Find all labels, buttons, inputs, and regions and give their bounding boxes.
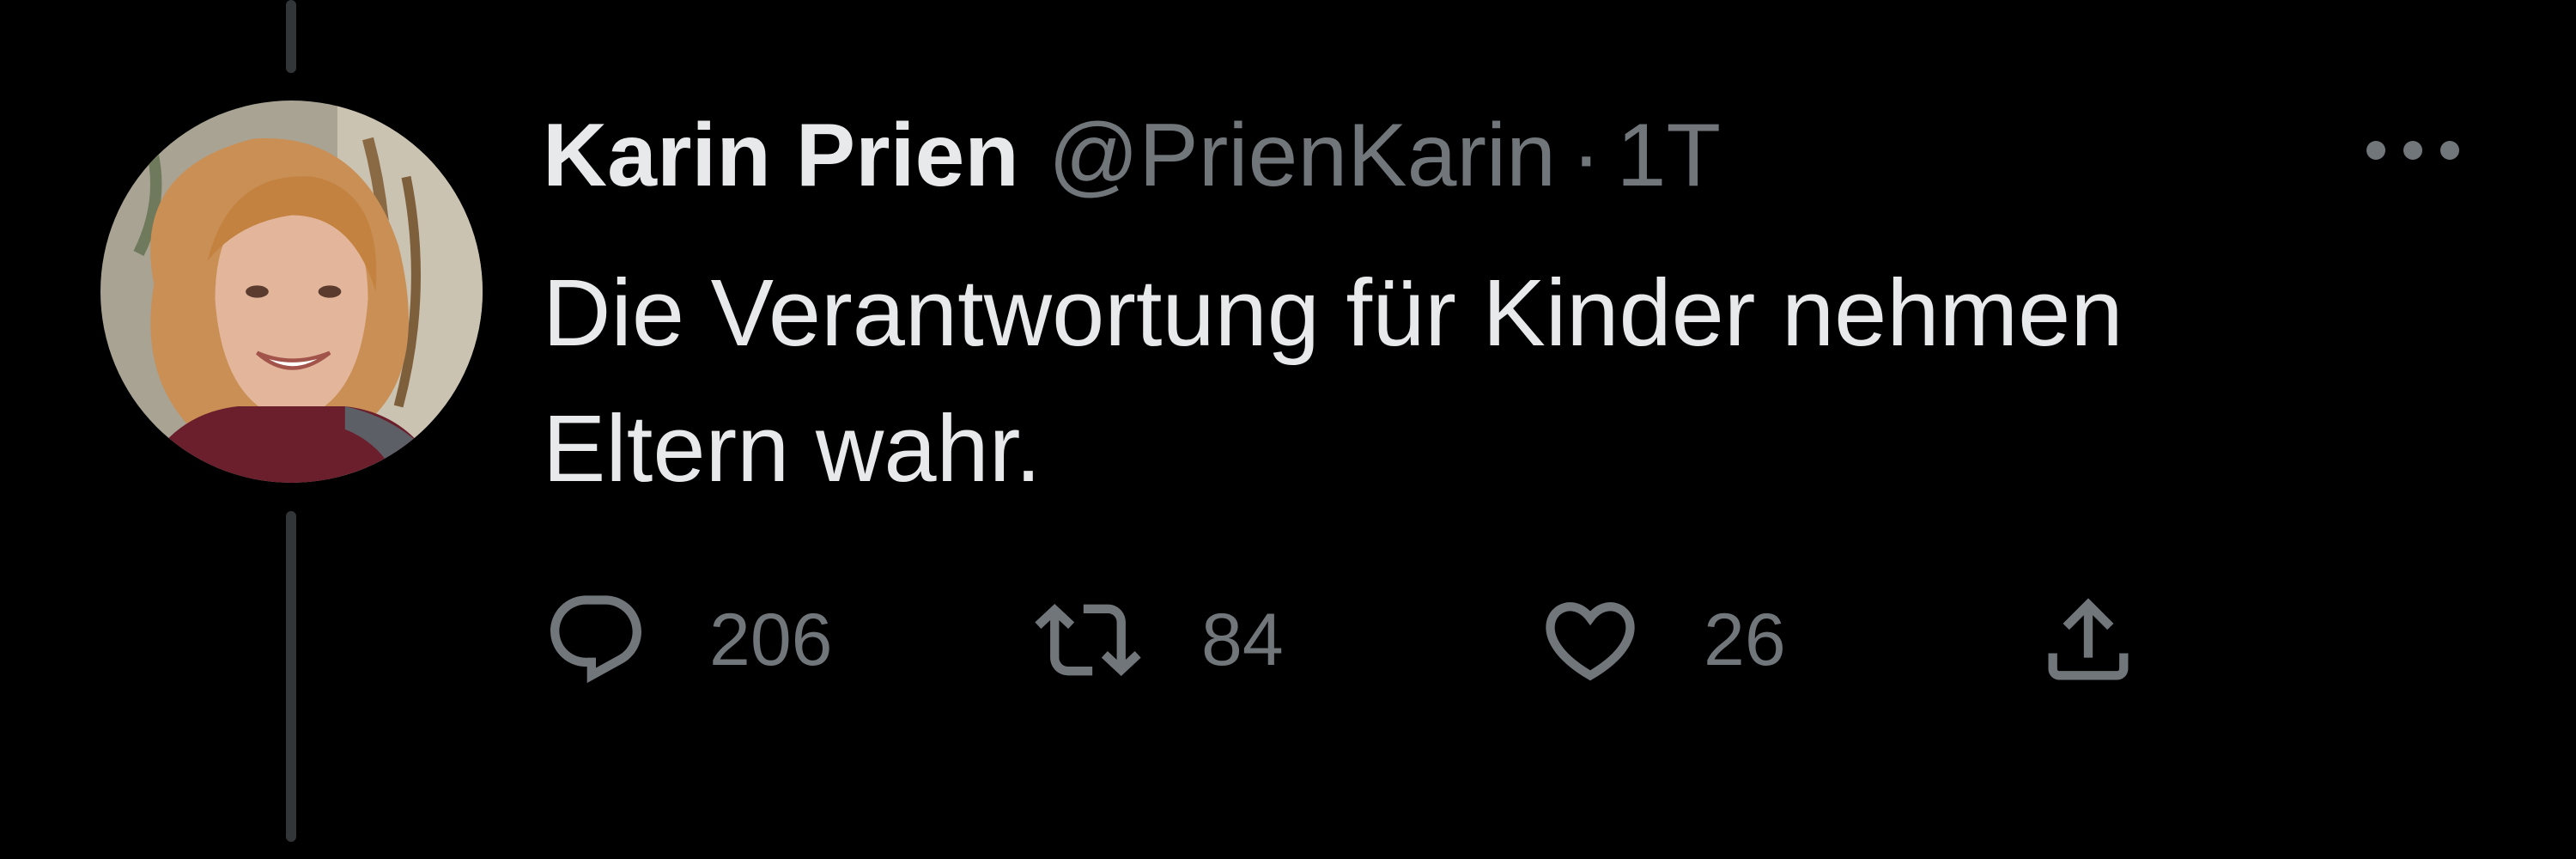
separator-dot: · <box>1571 105 1601 205</box>
heart-icon <box>1546 602 1635 681</box>
retweet-count: 84 <box>1201 598 1284 681</box>
tweet-header: Karin Prien @PrienKarin · 1T <box>543 100 1721 211</box>
share-icon <box>2048 598 2129 680</box>
share-button[interactable] <box>2035 584 2142 696</box>
reply-count: 206 <box>709 598 833 681</box>
retweet-button[interactable]: 84 <box>1035 584 1284 696</box>
avatar-photo <box>100 101 483 483</box>
retweet-icon <box>1035 604 1141 676</box>
author-handle[interactable]: @PrienKarin <box>1048 105 1556 207</box>
tweet-timestamp[interactable]: 1T <box>1617 105 1721 207</box>
action-bar: 206 84 26 <box>0 584 2576 696</box>
avatar[interactable] <box>100 101 483 483</box>
thread-line-top <box>286 0 296 73</box>
reply-button[interactable]: 206 <box>543 584 833 696</box>
more-button[interactable] <box>2353 120 2473 180</box>
like-button[interactable]: 26 <box>1537 584 1786 696</box>
like-count: 26 <box>1704 598 1786 681</box>
more-icon <box>2366 141 2459 160</box>
tweet-text: Die Verantwortung für Kinder nehmen Elte… <box>543 260 2123 502</box>
reply-icon <box>550 595 641 684</box>
author-name[interactable]: Karin Prien <box>543 105 1019 207</box>
